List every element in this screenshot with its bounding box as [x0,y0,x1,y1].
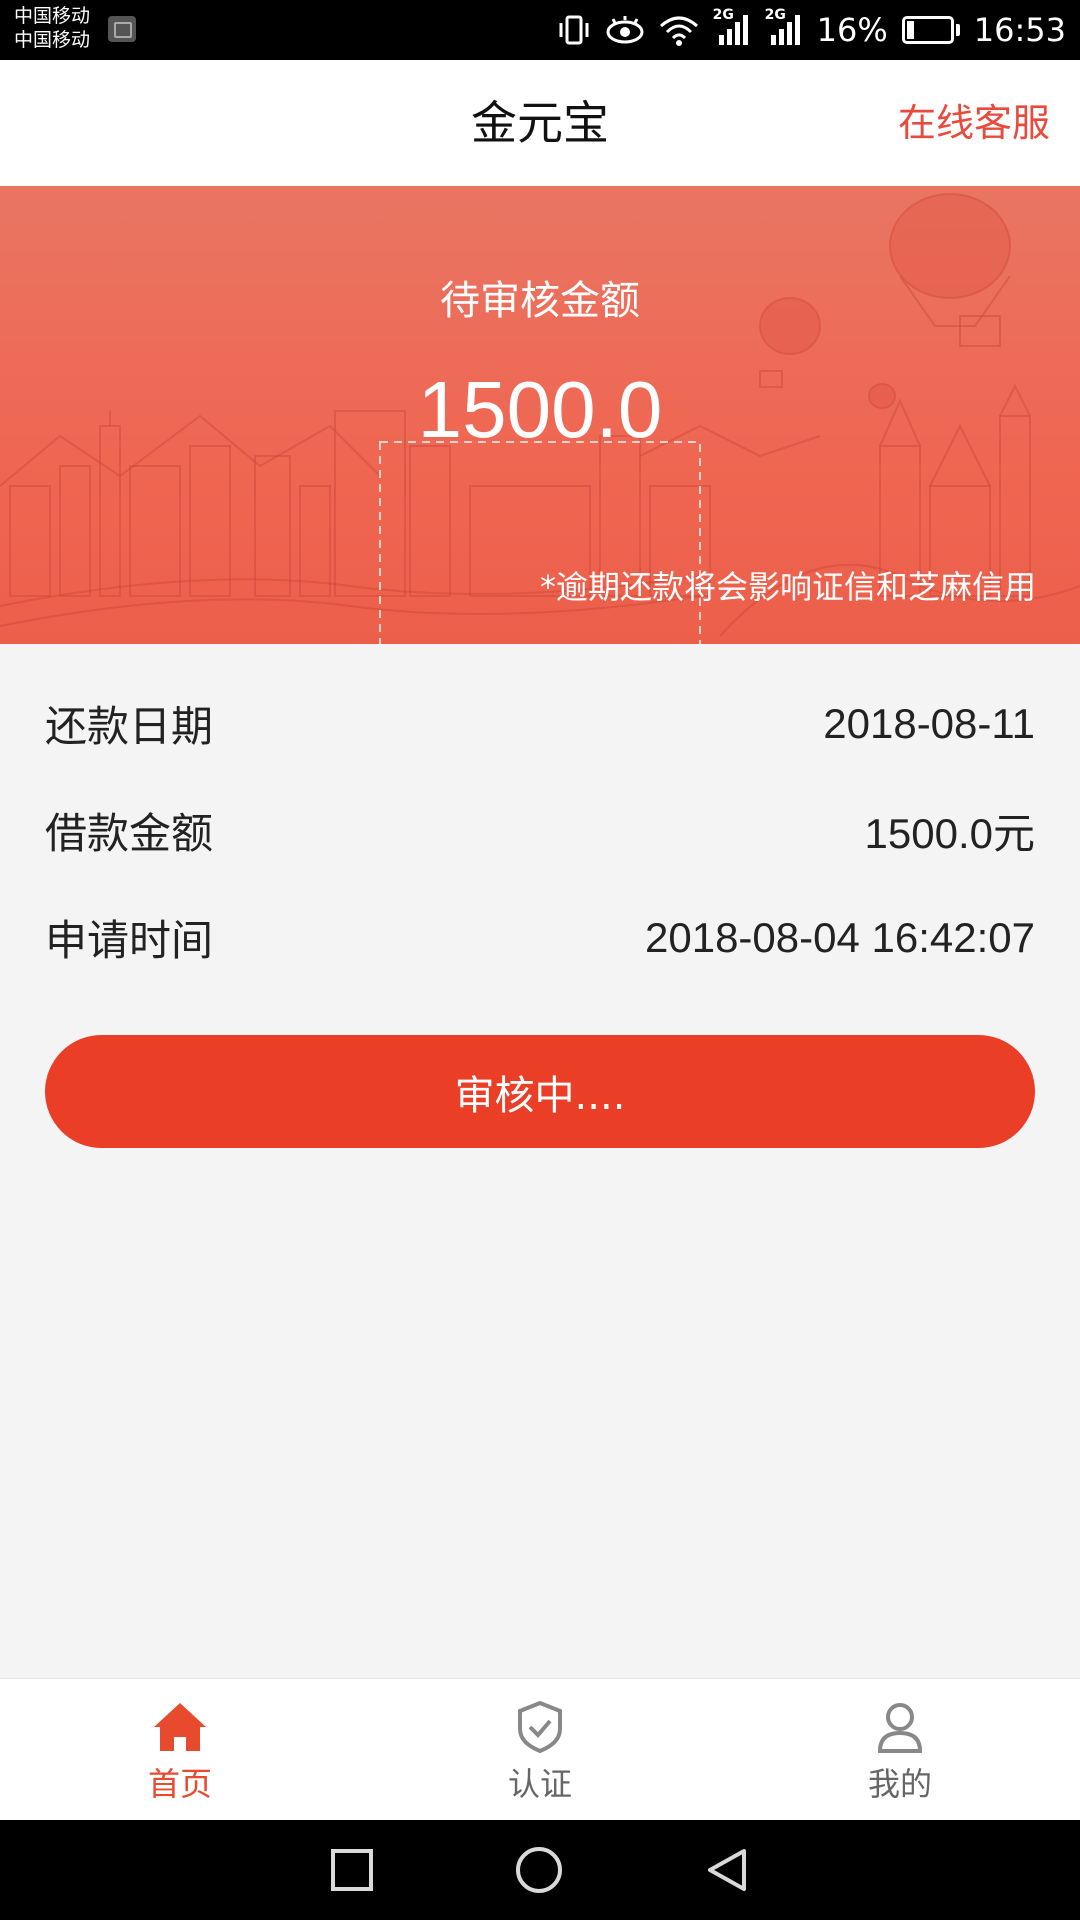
pending-amount-value: 1500.0 [417,365,663,454]
back-icon[interactable] [704,1847,750,1893]
tab-mine-label: 我的 [867,1765,932,1803]
online-service-link[interactable]: 在线客服 [898,60,1050,186]
apply-time-label: 申请时间 [45,916,214,965]
network-type-2: 2G [764,7,786,23]
shield-check-icon [518,1700,562,1754]
eye-icon [606,16,644,44]
user-icon [877,1703,923,1753]
loan-amount-label: 借款金额 [45,809,214,858]
app-header: 金元宝 在线客服 [0,60,1080,186]
carrier-info: 中国移动 中国移动 [14,4,90,52]
recent-apps-icon[interactable] [330,1848,374,1892]
gallery-icon [108,16,136,42]
tab-certification-label: 认证 [507,1765,572,1803]
loan-amount-row: 借款金额 1500.0元 [0,777,1080,884]
home-button-icon[interactable] [514,1845,564,1895]
tab-mine[interactable]: 我的 [720,1679,1080,1820]
network-type-1: 2G [712,7,734,23]
repayment-date-value: 2018-08-11 [823,699,1035,747]
tab-home-label: 首页 [147,1765,212,1803]
repayment-date-label: 还款日期 [45,702,214,751]
apply-time-value: 2018-08-04 16:42:07 [645,913,1035,961]
wifi-icon [659,16,698,46]
battery-icon [901,16,960,44]
signal-1: 2G [713,7,751,47]
carrier-1: 中国移动 [14,5,91,27]
system-nav-bar [0,1820,1080,1920]
apply-time-row: 申请时间 2018-08-04 16:42:07 [0,884,1080,991]
bottom-tab-bar: 首页 认证 我的 [0,1678,1080,1820]
overdue-warning-note: *逾期还款将会影响证信和芝麻信用 [539,568,1036,606]
vibrate-icon [559,15,589,45]
tab-certification[interactable]: 认证 [360,1679,720,1820]
home-icon [154,1703,206,1751]
tab-home[interactable]: 首页 [0,1679,360,1820]
carrier-2: 中国移动 [14,29,91,51]
loan-info-list: 还款日期 2018-08-11 借款金额 1500.0元 申请时间 2018-0… [0,670,1080,991]
status-bar: 中国移动 中国移动 2G 2G 16% 16:53 [0,0,1080,60]
review-status-button[interactable]: 审核中.... [45,1035,1035,1148]
pending-amount-label: 待审核金额 [440,278,640,324]
battery-percent: 16% [816,11,888,49]
repayment-date-row: 还款日期 2018-08-11 [0,670,1080,777]
loan-amount-value: 1500.0元 [864,810,1035,857]
amount-banner: 待审核金额 1500.0 *逾期还款将会影响证信和芝麻信用 [0,186,1080,644]
status-indicators: 2G 2G 16% 16:53 [557,0,1066,60]
screen: 中国移动 中国移动 2G 2G 16% 16:53 金元宝 在线客服 待审核金额… [0,0,1080,1920]
signal-2: 2G [765,7,803,47]
clock: 16:53 [973,11,1066,49]
